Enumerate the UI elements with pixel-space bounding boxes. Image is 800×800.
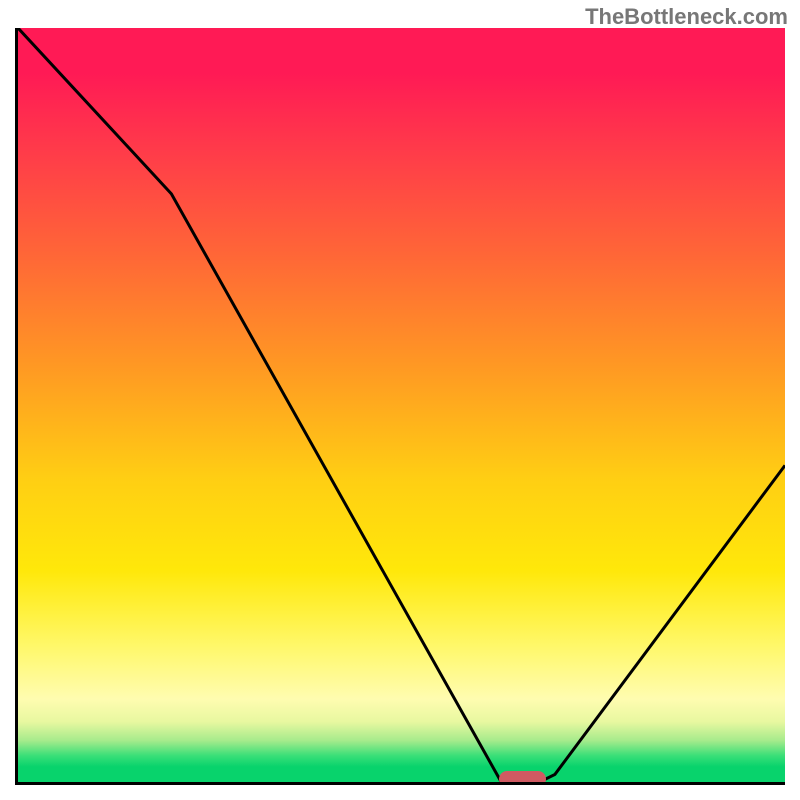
optimal-marker bbox=[499, 771, 546, 785]
bottleneck-curve bbox=[18, 28, 785, 782]
curve-path bbox=[18, 28, 785, 782]
chart-frame bbox=[15, 28, 785, 785]
watermark-text: TheBottleneck.com bbox=[585, 4, 788, 30]
